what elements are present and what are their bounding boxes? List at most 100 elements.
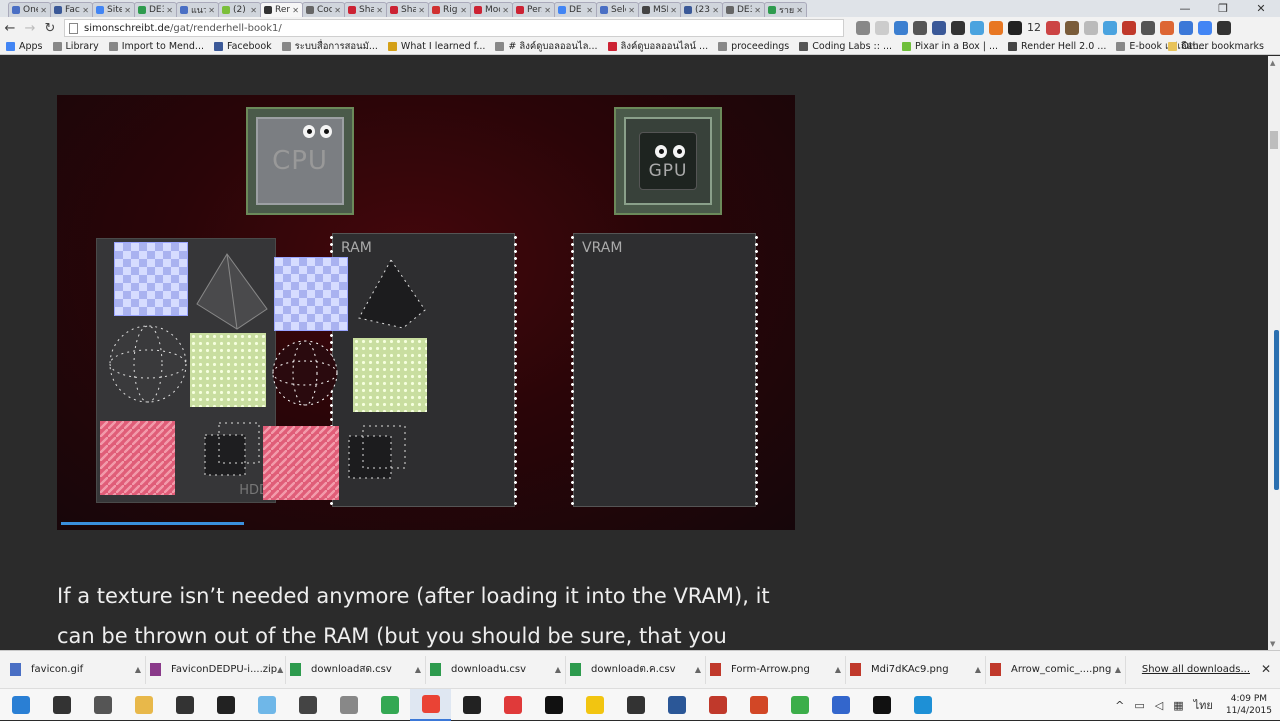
download-item[interactable]: downloadสด.csv ▲ (286, 655, 426, 684)
show-all-downloads-link[interactable]: Show all downloads... (1142, 664, 1250, 675)
download-item[interactable]: favicon.gif ▲ (6, 655, 146, 684)
bookmark-item[interactable]: Apps (6, 41, 43, 52)
bookmark-item[interactable]: Pixar in a Box | ... (902, 41, 998, 52)
clock[interactable]: 4:09 PM 11/4/2015 (1226, 693, 1272, 717)
forward-icon[interactable]: → (20, 21, 40, 36)
tab-close-icon[interactable]: ✕ (502, 6, 509, 15)
tab-close-icon[interactable]: ✕ (796, 6, 803, 15)
taskbar-app-camtasia[interactable] (779, 689, 820, 721)
taskbar-app-task-view[interactable] (82, 689, 123, 721)
taskbar-app-app-red[interactable] (492, 689, 533, 721)
download-menu-icon[interactable]: ▲ (835, 665, 841, 674)
extension-icon[interactable] (1122, 21, 1136, 35)
browser-tab[interactable]: Mod✕ (470, 2, 513, 17)
taskbar-app-epic-games[interactable] (205, 689, 246, 721)
tab-close-icon[interactable]: ✕ (586, 6, 593, 15)
bookmark-item[interactable]: Import to Mend... (108, 41, 204, 52)
tab-close-icon[interactable]: ✕ (208, 6, 215, 15)
extension-icon[interactable] (856, 21, 870, 35)
extension-icon[interactable] (1103, 21, 1117, 35)
bookmark-item[interactable]: # ลิงค์ดูบอลออนไล... (495, 39, 598, 54)
browser-tab[interactable]: แนวท✕ (176, 2, 219, 17)
tab-close-icon[interactable]: ✕ (544, 6, 551, 15)
browser-tab[interactable]: Righ✕ (428, 2, 471, 17)
tab-close-icon[interactable]: ✕ (40, 6, 47, 15)
download-item[interactable]: Form-Arrow.png ▲ (706, 655, 846, 684)
download-item[interactable]: Mdi7dKAc9.png ▲ (846, 655, 986, 684)
close-downloads-icon[interactable]: ✕ (1261, 662, 1271, 676)
maximize-button[interactable]: ❐ (1204, 0, 1242, 17)
download-menu-icon[interactable]: ▲ (975, 665, 981, 674)
browser-tab[interactable]: MSN✕ (638, 2, 681, 17)
browser-tab[interactable]: DE3✕ (722, 2, 765, 17)
extension-icon[interactable] (1198, 21, 1212, 35)
bookmark-item[interactable]: Facebook (214, 41, 272, 52)
extension-icon[interactable] (1046, 21, 1060, 35)
download-item[interactable]: FaviconDEDPU-i....zip ▲ (146, 655, 286, 684)
reload-icon[interactable]: ↻ (40, 21, 60, 36)
extension-icon[interactable] (989, 21, 1003, 35)
download-menu-icon[interactable]: ▲ (277, 665, 283, 674)
browser-tab[interactable]: Renc✕ (260, 2, 303, 17)
address-bar[interactable]: simonschreibt.de /gat/renderhell-book1/ (64, 19, 844, 37)
taskbar-app-app-blue[interactable] (246, 689, 287, 721)
bookmark-item[interactable]: proceedings (718, 41, 789, 52)
download-item[interactable]: downloadน.csv ▲ (426, 655, 566, 684)
browser-tab[interactable]: รายชื่✕ (764, 2, 807, 17)
browser-tab[interactable]: DE3✕ (134, 2, 177, 17)
taskbar-app-chrome[interactable] (410, 688, 451, 721)
bookmark-item[interactable]: Library (52, 41, 99, 52)
tab-close-icon[interactable]: ✕ (670, 6, 677, 15)
tab-close-icon[interactable]: ✕ (292, 6, 299, 15)
tab-close-icon[interactable]: ✕ (124, 6, 131, 15)
scroll-down-icon[interactable]: ▼ (1270, 640, 1275, 648)
tray-network-icon[interactable]: ▦ (1173, 699, 1183, 712)
extension-icon[interactable] (1141, 21, 1155, 35)
tab-close-icon[interactable]: ✕ (628, 6, 635, 15)
taskbar-app-chrome-alt[interactable] (369, 689, 410, 721)
scrollbar-thumb[interactable] (1270, 131, 1278, 149)
scroll-up-icon[interactable]: ▲ (1270, 59, 1275, 67)
taskbar-app-app-gray[interactable] (328, 689, 369, 721)
browser-tab[interactable]: (23)✕ (680, 2, 723, 17)
extension-icon[interactable] (951, 21, 965, 35)
tab-close-icon[interactable]: ✕ (82, 6, 89, 15)
browser-tab[interactable]: DE ✕ (554, 2, 597, 17)
download-menu-icon[interactable]: ▲ (415, 665, 421, 674)
download-item[interactable]: downloadต.ค.csv ▲ (566, 655, 706, 684)
back-icon[interactable]: ← (0, 21, 20, 36)
taskbar-app-powerpoint[interactable] (738, 689, 779, 721)
browser-tab[interactable]: Face✕ (50, 2, 93, 17)
extension-icon[interactable] (1179, 21, 1193, 35)
bookmark-item[interactable]: Coding Labs :: ... (799, 41, 892, 52)
taskbar-app-terminal[interactable] (861, 689, 902, 721)
bookmark-item[interactable]: ลิงค์ดูบอลออนไลน์ ... (607, 39, 708, 54)
tab-close-icon[interactable]: ✕ (376, 6, 383, 15)
tab-close-icon[interactable]: ✕ (754, 6, 761, 15)
browser-tab[interactable]: Pers✕ (512, 2, 555, 17)
bookmark-item[interactable]: What I learned f... (387, 41, 485, 52)
taskbar-app-store[interactable] (164, 689, 205, 721)
taskbar-app-unity-2[interactable] (615, 689, 656, 721)
taskbar-app-vpt[interactable] (533, 689, 574, 721)
bookmark-item[interactable]: Render Hell 2.0 ... (1008, 41, 1106, 52)
extension-icon[interactable] (1008, 21, 1022, 35)
extension-icon[interactable] (875, 21, 889, 35)
taskbar-app-flag[interactable] (820, 689, 861, 721)
tab-close-icon[interactable]: ✕ (418, 6, 425, 15)
tab-close-icon[interactable]: ✕ (712, 6, 719, 15)
taskbar-app-start[interactable] (0, 689, 41, 721)
side-panel-edge[interactable] (1274, 330, 1279, 490)
tray-battery-icon[interactable]: ▭ (1134, 699, 1144, 712)
extension-icon[interactable] (1217, 21, 1231, 35)
extension-icon[interactable] (1084, 21, 1098, 35)
browser-tab[interactable]: Shac✕ (344, 2, 387, 17)
browser-tab[interactable]: (2) 1✕ (218, 2, 261, 17)
tray-chevron-icon[interactable]: ^ (1115, 699, 1124, 712)
taskbar-app-ie[interactable] (902, 689, 943, 721)
bookmark-item[interactable]: ระบบสื่อการสอนมั... (281, 39, 378, 54)
taskbar-app-search[interactable] (41, 689, 82, 721)
download-menu-icon[interactable]: ▲ (135, 665, 141, 674)
extension-icon[interactable] (970, 21, 984, 35)
tab-close-icon[interactable]: ✕ (166, 6, 173, 15)
